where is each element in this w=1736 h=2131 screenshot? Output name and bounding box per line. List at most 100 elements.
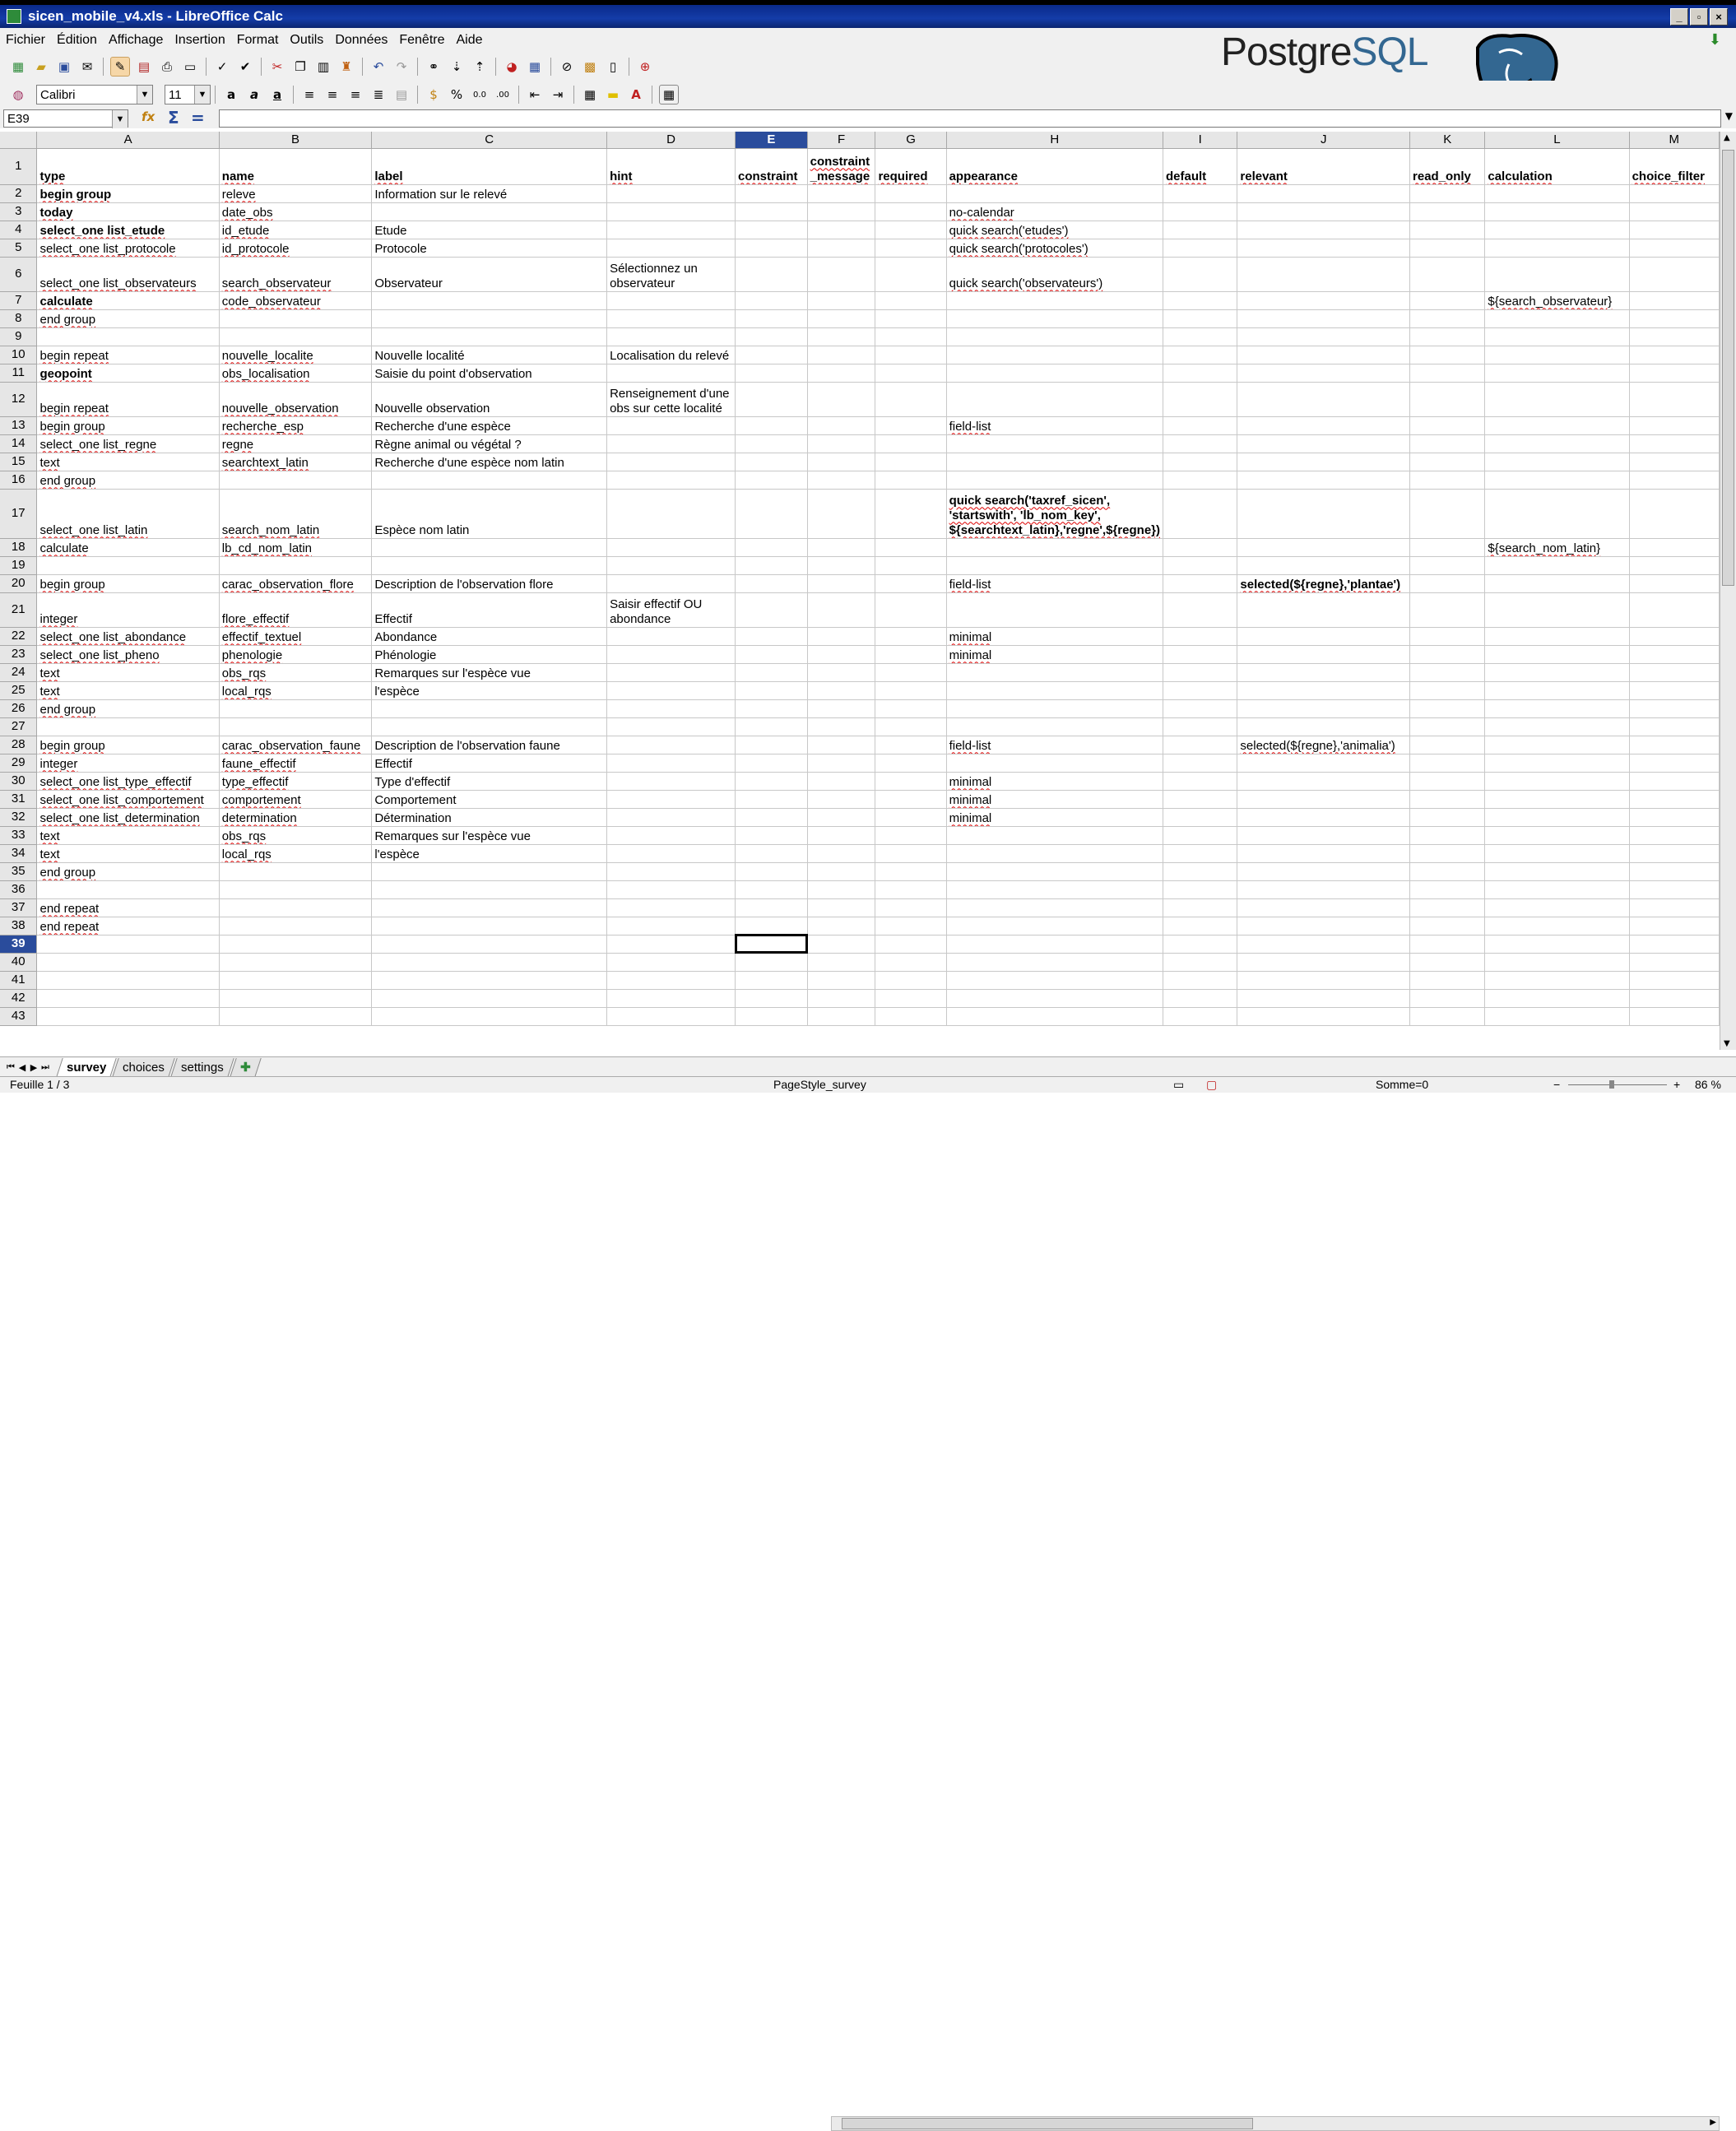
- cell-a16[interactable]: end group: [36, 471, 220, 490]
- cell-h15[interactable]: [946, 453, 1163, 471]
- cell-j42[interactable]: [1237, 989, 1411, 1008]
- cell-d4[interactable]: [606, 221, 736, 239]
- row-header[interactable]: 16: [0, 471, 38, 490]
- cell-j30[interactable]: [1237, 772, 1411, 791]
- column-header-a[interactable]: A: [36, 132, 220, 149]
- cell-h31[interactable]: minimal: [946, 790, 1163, 809]
- cell-a13[interactable]: begin group: [36, 416, 220, 435]
- cell-g34[interactable]: [875, 844, 947, 863]
- column-header-c[interactable]: C: [371, 132, 608, 149]
- cell-k3[interactable]: [1409, 202, 1486, 221]
- cell-m12[interactable]: [1629, 382, 1720, 417]
- cell-e3[interactable]: [735, 202, 808, 221]
- cell-c43[interactable]: [371, 1007, 608, 1026]
- cell-b4[interactable]: id_etude: [219, 221, 373, 239]
- cell-g33[interactable]: [875, 826, 947, 845]
- cell-b11[interactable]: obs_localisation: [219, 364, 373, 383]
- cell-h21[interactable]: [946, 592, 1163, 628]
- cell-k22[interactable]: [1409, 627, 1486, 646]
- cell-m13[interactable]: [1629, 416, 1720, 435]
- cell-g6[interactable]: [875, 257, 947, 292]
- cell-m1[interactable]: choice_filter: [1629, 148, 1720, 185]
- cell-k2[interactable]: [1409, 184, 1486, 203]
- cell-c23[interactable]: Phénologie: [371, 645, 608, 664]
- column-header-l[interactable]: L: [1484, 132, 1630, 149]
- cell-l27[interactable]: [1484, 717, 1630, 736]
- cell-e6[interactable]: [735, 257, 808, 292]
- cell-k16[interactable]: [1409, 471, 1486, 490]
- cell-k21[interactable]: [1409, 592, 1486, 628]
- cell-d25[interactable]: [606, 681, 736, 700]
- cell-e42[interactable]: [735, 989, 808, 1008]
- cell-c27[interactable]: [371, 717, 608, 736]
- cell-k20[interactable]: [1409, 574, 1486, 593]
- cell-d9[interactable]: [606, 327, 736, 346]
- row-header[interactable]: 34: [0, 844, 38, 863]
- cell-h19[interactable]: [946, 556, 1163, 575]
- decrease-indent-icon[interactable]: ⇤: [526, 86, 544, 104]
- cell-a34[interactable]: text: [36, 844, 220, 863]
- cell-b22[interactable]: effectif_textuel: [219, 627, 373, 646]
- cell-k4[interactable]: [1409, 221, 1486, 239]
- cell-l31[interactable]: [1484, 790, 1630, 809]
- cell-b33[interactable]: obs_rqs: [219, 826, 373, 845]
- cell-i20[interactable]: [1163, 574, 1238, 593]
- first-sheet-icon[interactable]: ⏮: [5, 1061, 16, 1074]
- cell-i17[interactable]: [1163, 489, 1238, 539]
- cell-e40[interactable]: [735, 953, 808, 972]
- cell-a21[interactable]: integer: [36, 592, 220, 628]
- cell-k11[interactable]: [1409, 364, 1486, 383]
- justify-icon[interactable]: ≣: [369, 86, 388, 104]
- hyperlink-icon[interactable]: ⚭: [425, 58, 443, 76]
- zoom-slider[interactable]: [1568, 1084, 1667, 1085]
- cell-l35[interactable]: [1484, 862, 1630, 881]
- cell-g36[interactable]: [875, 880, 947, 899]
- cell-f42[interactable]: [807, 989, 876, 1008]
- cell-h40[interactable]: [946, 953, 1163, 972]
- cell-b21[interactable]: flore_effectif: [219, 592, 373, 628]
- cell-l22[interactable]: [1484, 627, 1630, 646]
- cell-l29[interactable]: [1484, 754, 1630, 773]
- cell-a8[interactable]: end group: [36, 309, 220, 328]
- cell-k1[interactable]: read_only: [1409, 148, 1486, 185]
- row-header[interactable]: 4: [0, 221, 38, 239]
- cell-k19[interactable]: [1409, 556, 1486, 575]
- cell-a11[interactable]: geopoint: [36, 364, 220, 383]
- cell-f34[interactable]: [807, 844, 876, 863]
- cell-j18[interactable]: [1237, 538, 1411, 557]
- cell-a29[interactable]: integer: [36, 754, 220, 773]
- cell-d35[interactable]: [606, 862, 736, 881]
- cell-k27[interactable]: [1409, 717, 1486, 736]
- cell-g14[interactable]: [875, 434, 947, 453]
- column-header-m[interactable]: M: [1629, 132, 1720, 149]
- cell-e27[interactable]: [735, 717, 808, 736]
- cell-f36[interactable]: [807, 880, 876, 899]
- cell-b40[interactable]: [219, 953, 373, 972]
- cell-c33[interactable]: Remarques sur l'espèce vue: [371, 826, 608, 845]
- cell-h32[interactable]: minimal: [946, 808, 1163, 827]
- cell-b32[interactable]: determination: [219, 808, 373, 827]
- cell-h36[interactable]: [946, 880, 1163, 899]
- cell-g22[interactable]: [875, 627, 947, 646]
- cell-k15[interactable]: [1409, 453, 1486, 471]
- column-header-f[interactable]: F: [807, 132, 876, 149]
- cell-c41[interactable]: [371, 971, 608, 990]
- selection-mode-icon[interactable]: ▭: [1173, 1078, 1184, 1092]
- formula-input[interactable]: [219, 109, 1721, 128]
- horizontal-scrollbar[interactable]: ▶: [831, 2116, 1720, 2131]
- cell-a24[interactable]: text: [36, 663, 220, 682]
- cell-f1[interactable]: constraint _message: [807, 148, 876, 185]
- cell-m26[interactable]: [1629, 699, 1720, 718]
- expand-formula-icon[interactable]: ▼: [1725, 110, 1733, 122]
- cell-l2[interactable]: [1484, 184, 1630, 203]
- cell-i4[interactable]: [1163, 221, 1238, 239]
- cell-b41[interactable]: [219, 971, 373, 990]
- currency-format-icon[interactable]: $: [425, 86, 443, 104]
- bold-icon[interactable]: a: [222, 86, 240, 104]
- cell-i18[interactable]: [1163, 538, 1238, 557]
- cell-k23[interactable]: [1409, 645, 1486, 664]
- row-header[interactable]: 31: [0, 790, 38, 809]
- cell-d40[interactable]: [606, 953, 736, 972]
- row-header[interactable]: 5: [0, 239, 38, 258]
- cell-f5[interactable]: [807, 239, 876, 258]
